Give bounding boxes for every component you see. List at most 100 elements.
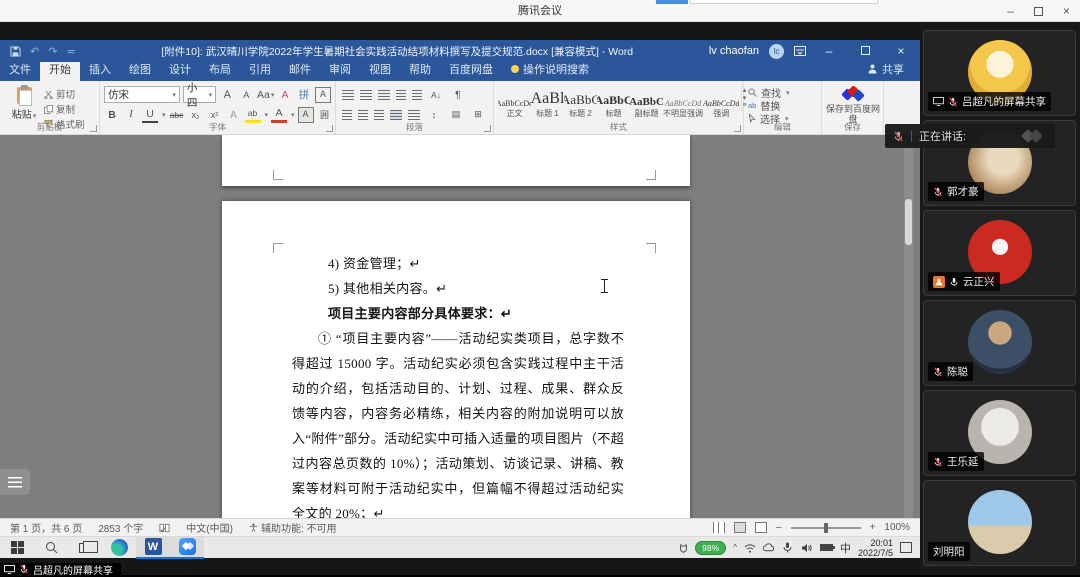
styles-dialog-launcher[interactable] [734,125,741,132]
shrink-font-button[interactable]: A [238,87,254,103]
increase-indent-icon[interactable] [412,90,422,100]
editing-group: 查找 ▾ ab 替换 选择 ▾ 编辑 [744,81,822,134]
zoom-slider-thumb[interactable] [824,523,828,533]
document-canvas[interactable]: 4) 资金管理；↵ 5) 其他相关内容。↵ 项目主要内容部分具体要求：↵ ① “… [0,135,920,518]
speaking-indicator: 正在讲话: [885,124,1055,148]
copy-button[interactable]: 复制 [44,102,85,116]
document-page[interactable]: 4) 资金管理；↵ 5) 其他相关内容。↵ 项目主要内容部分具体要求：↵ ① “… [222,201,690,518]
align-center-icon[interactable] [358,110,368,120]
taskbar-word[interactable]: W [136,537,170,559]
page-indicator[interactable]: 第 1 页，共 6 页 [10,520,82,535]
redo-icon[interactable]: ↷ [48,45,57,58]
speaker-icon[interactable] [801,542,813,554]
start-button[interactable] [0,537,34,559]
meeting-close-button[interactable]: × [1063,4,1070,18]
print-layout-button[interactable] [734,522,746,533]
mic-muted-icon [948,97,958,107]
microphone-icon[interactable] [782,542,794,554]
ribbon-display-options-icon[interactable] [794,46,806,56]
multilevel-list-icon[interactable] [378,90,390,100]
meeting-maximize-button[interactable] [1034,7,1043,16]
taskbar-search-button[interactable] [34,537,68,559]
participant-tile[interactable]: 云正兴 [923,210,1076,296]
meeting-minimize-button[interactable]: – [1007,4,1014,18]
distribute-icon[interactable] [408,110,420,120]
proofing-icon[interactable] [159,523,170,533]
numbering-icon[interactable] [360,90,372,100]
decrease-indent-icon[interactable] [396,90,406,100]
character-border-button[interactable]: A [315,87,331,103]
participant-tile[interactable]: 吕超凡的屏幕共享 [923,30,1076,116]
underline-caret[interactable]: ▾ [162,111,166,119]
save-to-baidu-button[interactable]: 保存到百度网盘 [826,86,879,124]
paragraph-dialog-launcher[interactable] [484,125,491,132]
align-right-icon[interactable] [374,110,384,120]
show-marks-button[interactable]: ¶ [450,87,466,103]
find-button[interactable]: 查找 ▾ [748,86,817,99]
zoom-out-button[interactable]: – [776,522,782,533]
font-size-combobox[interactable]: 小四 ▾ [183,86,216,103]
font-dialog-launcher[interactable] [326,125,333,132]
style-emphasis[interactable]: AaBbCcDd 强调 [703,84,739,119]
style-subtitle[interactable]: AaBbC 副标题 [630,84,663,119]
save-icon[interactable] [10,46,21,57]
word-count[interactable]: 2853 个字 [98,520,143,535]
word-icon: W [145,538,162,555]
network-icon[interactable] [744,542,756,554]
zoom-percent[interactable]: 100% [884,522,910,533]
hidden-icons-chevron[interactable]: ^ [733,543,737,552]
scrollbar-thumb[interactable] [905,199,912,245]
cloud-icon[interactable] [763,542,775,554]
clipboard-dialog-launcher[interactable] [90,125,97,132]
qat-customize-icon[interactable]: ≂ [66,45,75,58]
style-title[interactable]: AaBbC 标题 [597,84,630,119]
sidebar-toggle-button[interactable] [0,469,30,495]
signed-in-user[interactable]: lv chaofan [709,45,759,57]
task-view-button[interactable] [68,537,102,559]
taskbar-edge[interactable] [102,537,136,559]
shared-screen: ↶ ↷ ≂ [附件10]: 武汉晴川学院2022年学生暑期社会实践活动结项材料撰… [0,22,920,575]
replace-button[interactable]: ab 替换 [748,99,817,112]
action-center-icon[interactable] [900,542,912,553]
battery-icon[interactable] [820,544,833,551]
participant-tile[interactable]: 陈聪 [923,300,1076,386]
word-minimize-button[interactable]: – [816,44,842,58]
phonetic-guide-button[interactable]: 拼 [296,87,312,103]
style-heading1[interactable]: AaBl 标题 1 [531,84,564,119]
participant-tile[interactable]: 刘明阳 [923,480,1076,566]
highlight-caret[interactable]: ▾ [265,111,269,119]
ime-indicator[interactable]: 中 [840,540,851,556]
clear-formatting-button[interactable]: A [277,87,293,103]
cut-button[interactable]: 剪切 [44,87,85,101]
undo-icon[interactable]: ↶ [30,45,39,58]
user-avatar[interactable]: lc [769,44,784,59]
font-name-combobox[interactable]: 仿宋 ▾ [104,86,180,103]
read-mode-button[interactable] [713,522,725,533]
style-heading2[interactable]: AaBbC 标题 2 [564,84,597,119]
paragraph-group: A↓ ¶ ↕ ▤ ⊞ 段落 [336,81,494,134]
battery-percentage-badge[interactable]: 98% [695,541,726,555]
align-left-icon[interactable] [342,110,352,120]
zoom-slider[interactable] [791,527,861,529]
taskbar-tencent-meeting[interactable] [170,537,204,559]
change-case-button[interactable]: Aa▾ [257,87,274,103]
sort-button[interactable]: A↓ [428,87,444,103]
grow-font-button[interactable]: A [219,87,235,103]
taskbar-clock[interactable]: 20:01 2022/7/5 [858,538,893,558]
justify-icon[interactable] [390,110,402,120]
font-color-caret[interactable]: ▾ [291,111,295,119]
accessibility-status[interactable]: 辅助功能: 不可用 [249,520,337,535]
web-layout-button[interactable] [755,522,767,533]
participant-name: 郭才豪 [947,184,979,199]
style-normal[interactable]: AaBbCcDd 正文 [498,84,531,119]
word-close-button[interactable]: × [888,44,914,58]
style-subtle-emphasis[interactable]: AaBbCcDd 不明显强调 [663,84,703,119]
baidu-netdisk-icon [841,86,865,104]
language-indicator[interactable]: 中文(中国) [186,520,233,535]
word-restore-button[interactable] [861,46,870,55]
participant-tile[interactable]: 王乐延 [923,390,1076,476]
vertical-scrollbar[interactable] [904,135,913,518]
paste-button[interactable]: 粘贴▾ [4,85,44,121]
zoom-in-button[interactable]: + [870,522,876,533]
bullets-icon[interactable] [342,90,354,100]
